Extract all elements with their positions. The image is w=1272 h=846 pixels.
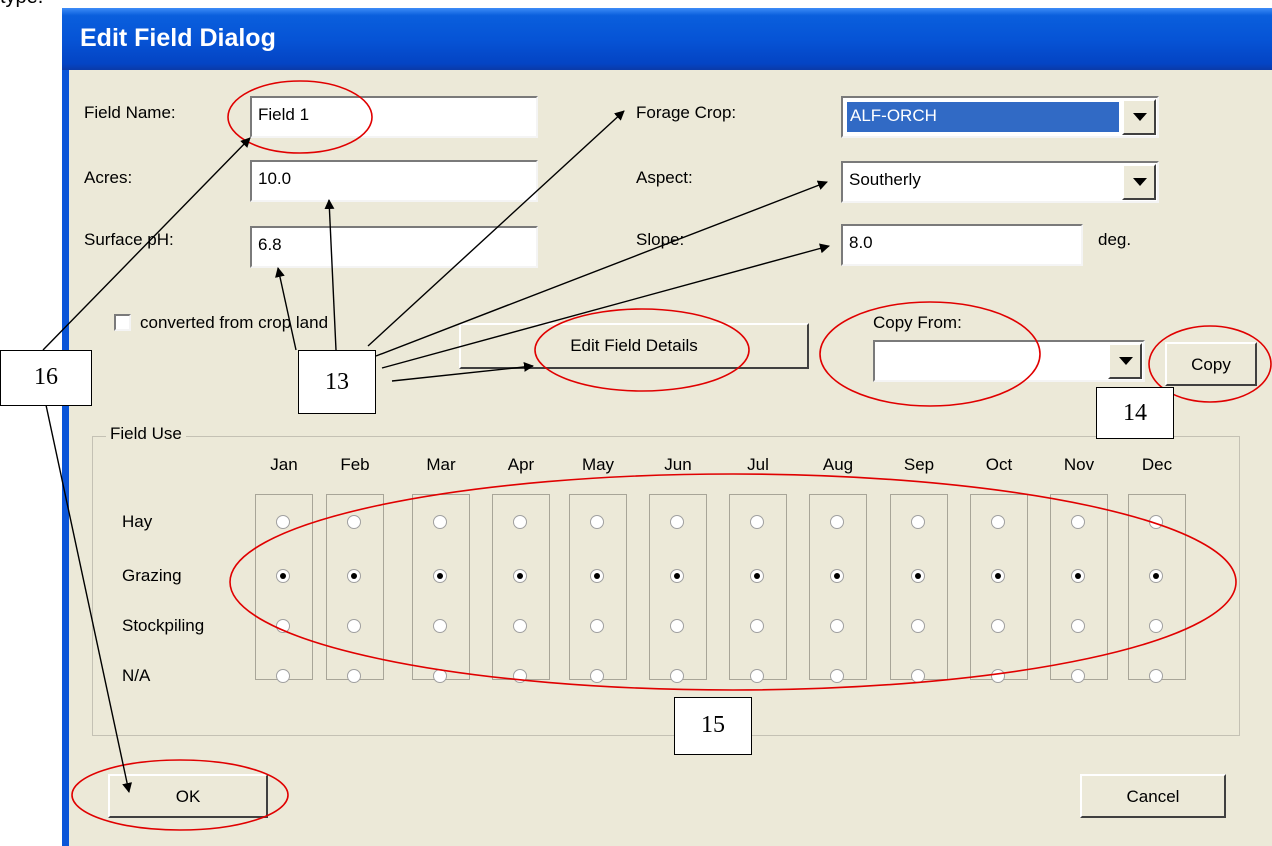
annotation-overlay — [42, 80, 1272, 831]
annotation-label-15: 15 — [674, 697, 752, 755]
annotation-arrow — [324, 199, 337, 351]
annotation-label-13: 13 — [298, 350, 376, 414]
annotation-ellipse — [229, 473, 1237, 691]
annotation-label-16: 16 — [0, 350, 92, 406]
annotation-arrow — [391, 361, 534, 382]
annotation-ellipse — [71, 759, 289, 831]
annotation-ellipse — [819, 301, 1041, 407]
annotation-label-14: 14 — [1096, 387, 1174, 439]
annotation-arrow — [367, 110, 625, 347]
annotation-arrow — [375, 180, 828, 357]
annotation-ellipse — [534, 308, 750, 392]
annotation-ellipse — [227, 80, 373, 154]
annotation-arrow — [275, 267, 297, 351]
annotation-arrow — [42, 137, 251, 351]
annotation-arrow — [45, 404, 133, 793]
annotation-arrow — [381, 243, 830, 369]
